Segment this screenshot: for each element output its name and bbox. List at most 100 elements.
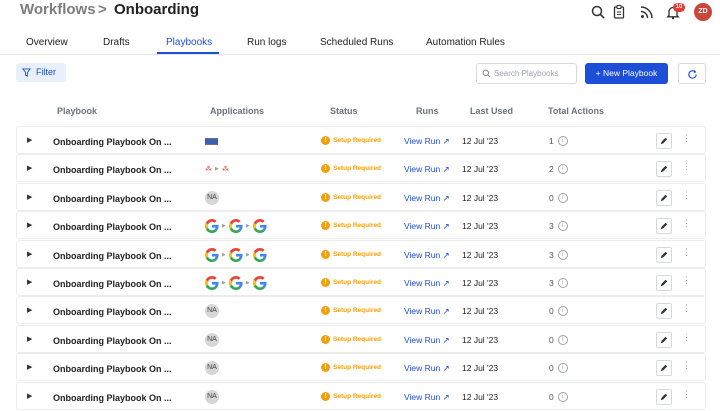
kebab-icon[interactable]: ⋮ (682, 218, 691, 229)
expand-caret-icon[interactable]: ▶ (27, 278, 32, 286)
kebab-icon[interactable]: ⋮ (682, 275, 691, 286)
kebab-icon[interactable]: ⋮ (682, 332, 691, 343)
playbook-name[interactable]: Onboarding Playbook On ... (53, 222, 172, 232)
edit-button[interactable] (656, 218, 672, 235)
view-run-link[interactable]: View Run ↗ (404, 392, 450, 403)
search-box[interactable] (476, 63, 577, 84)
info-icon[interactable]: i (557, 306, 568, 317)
edit-button[interactable] (656, 331, 672, 348)
flow-arrow-icon: ▶ (245, 251, 250, 258)
info-icon[interactable]: i (557, 278, 568, 288)
expand-caret-icon[interactable]: ▶ (27, 306, 32, 314)
playbook-name[interactable]: Onboarding Playbook On ... (53, 393, 172, 403)
info-icon[interactable]: i (557, 221, 568, 232)
table-row[interactable]: ▶ Onboarding Playbook On ... ⁂ ▶ ⁂! Setup Req… (16, 154, 706, 183)
expand-caret-icon[interactable]: ▶ (27, 193, 32, 201)
expand-caret-icon[interactable]: ▶ (27, 221, 32, 229)
table-row[interactable]: ▶ Onboarding Playbook On ... NA! Setup Requ… (16, 324, 706, 353)
view-run-link[interactable]: View Run ↗ (404, 193, 450, 204)
clipboard-icon[interactable] (611, 4, 627, 20)
info-icon[interactable]: i (557, 192, 568, 203)
kebab-icon[interactable]: ⋮ (682, 303, 691, 314)
column-header-playbook[interactable]: Playbook (57, 106, 97, 116)
column-header-last-used[interactable]: Last Used (470, 106, 513, 116)
rss-feed-icon[interactable] (639, 4, 655, 20)
view-run-link[interactable]: View Run ↗ (404, 136, 450, 147)
info-icon[interactable]: i (557, 391, 568, 402)
view-run-link[interactable]: View Run ↗ (404, 335, 450, 346)
avatar[interactable]: ZD (694, 3, 712, 21)
table-row[interactable]: ▶ Onboarding Playbook On ...! Setup Requir… (16, 126, 706, 154)
tab-automation-rules[interactable]: Automation Rules (426, 37, 505, 48)
playbook-name[interactable]: Onboarding Playbook On ... (53, 336, 172, 346)
breadcrumb-workflows[interactable]: Workflows (20, 1, 96, 18)
expand-caret-icon[interactable]: ▶ (27, 335, 32, 343)
edit-button[interactable] (656, 388, 672, 405)
info-icon[interactable]: i (557, 136, 568, 146)
playbook-name[interactable]: Onboarding Playbook On ... (53, 251, 172, 261)
column-header-total-actions[interactable]: Total Actions (548, 106, 604, 116)
playbook-name[interactable]: Onboarding Playbook On ... (53, 194, 172, 204)
column-header-applications[interactable]: Applications (210, 106, 264, 116)
refresh-button[interactable] (678, 63, 706, 84)
kebab-icon[interactable]: ⋮ (682, 389, 691, 400)
playbook-name[interactable]: Onboarding Playbook On ... (53, 165, 172, 175)
view-run-link[interactable]: View Run ↗ (404, 278, 450, 289)
view-run-link[interactable]: View Run ↗ (404, 363, 450, 374)
view-run-link[interactable]: View Run ↗ (404, 164, 450, 175)
edit-button[interactable] (656, 246, 672, 263)
info-icon[interactable]: i (557, 363, 568, 374)
tab-scheduled-runs[interactable]: Scheduled Runs (320, 37, 393, 48)
search-icon[interactable] (590, 4, 606, 20)
tab-playbooks[interactable]: Playbooks (166, 37, 212, 48)
edit-button[interactable] (656, 133, 672, 149)
column-header-runs[interactable]: Runs (416, 106, 439, 116)
table-row[interactable]: ▶ Onboarding Playbook On ... ▶ ▶! Setup Requ… (16, 211, 706, 240)
pencil-icon (660, 194, 668, 201)
table-row[interactable]: ▶ Onboarding Playbook On ... NA! Setup Requ… (16, 353, 706, 382)
applications-cell: NA (205, 188, 219, 208)
expand-caret-icon[interactable]: ▶ (27, 250, 32, 258)
kebab-icon[interactable]: ⋮ (682, 133, 691, 144)
search-input[interactable] (494, 66, 572, 80)
pencil-icon (660, 251, 668, 258)
edit-button[interactable] (656, 161, 672, 178)
expand-caret-icon[interactable]: ▶ (27, 363, 32, 371)
table-row[interactable]: ▶ Onboarding Playbook On ... ▶ ▶! Setup Requ… (16, 268, 706, 296)
kebab-icon[interactable]: ⋮ (682, 190, 691, 201)
filter-button[interactable]: Filter (16, 63, 66, 82)
tab-drafts[interactable]: Drafts (103, 37, 130, 48)
info-icon[interactable]: i (557, 334, 568, 345)
info-icon[interactable]: i (557, 164, 568, 175)
tab-overview[interactable]: Overview (26, 37, 68, 48)
table-row[interactable]: ▶ Onboarding Playbook On ... NA! Setup Requ… (16, 381, 706, 410)
playbook-name[interactable]: Onboarding Playbook On ... (53, 307, 172, 317)
kebab-icon[interactable]: ⋮ (682, 161, 691, 172)
info-icon[interactable]: i (557, 249, 568, 260)
table-row[interactable]: ▶ Onboarding Playbook On ... NA! Setup Requ… (16, 182, 706, 211)
expand-caret-icon[interactable]: ▶ (27, 136, 32, 144)
kebab-icon[interactable]: ⋮ (682, 360, 691, 371)
tab-run-logs[interactable]: Run logs (247, 37, 286, 48)
total-actions-value: 3 (549, 221, 554, 232)
total-actions-cell: 1i (549, 136, 568, 146)
column-header-status[interactable]: Status (330, 106, 358, 116)
playbook-name[interactable]: Onboarding Playbook On ... (53, 364, 172, 374)
expand-caret-icon[interactable]: ▶ (27, 164, 32, 172)
playbook-name[interactable]: Onboarding Playbook On ... (53, 137, 172, 147)
edit-button[interactable] (656, 303, 672, 320)
last-used-date: 12 Jul '23 (462, 363, 499, 374)
edit-button[interactable] (656, 275, 672, 291)
table-row[interactable]: ▶ Onboarding Playbook On ... ▶ ▶! Setup Requ… (16, 239, 706, 268)
playbook-name[interactable]: Onboarding Playbook On ... (53, 279, 172, 289)
view-run-link[interactable]: View Run ↗ (404, 221, 450, 232)
new-playbook-button[interactable]: + New Playbook (585, 63, 668, 84)
edit-button[interactable] (656, 360, 672, 377)
view-run-link[interactable]: View Run ↗ (404, 250, 450, 261)
expand-caret-icon[interactable]: ▶ (27, 392, 32, 400)
edit-button[interactable] (656, 189, 672, 206)
status-badge: ! Setup Required (321, 249, 381, 259)
kebab-icon[interactable]: ⋮ (682, 247, 691, 258)
table-row[interactable]: ▶ Onboarding Playbook On ... NA! Setup Requ… (16, 296, 706, 325)
view-run-link[interactable]: View Run ↗ (404, 306, 450, 317)
